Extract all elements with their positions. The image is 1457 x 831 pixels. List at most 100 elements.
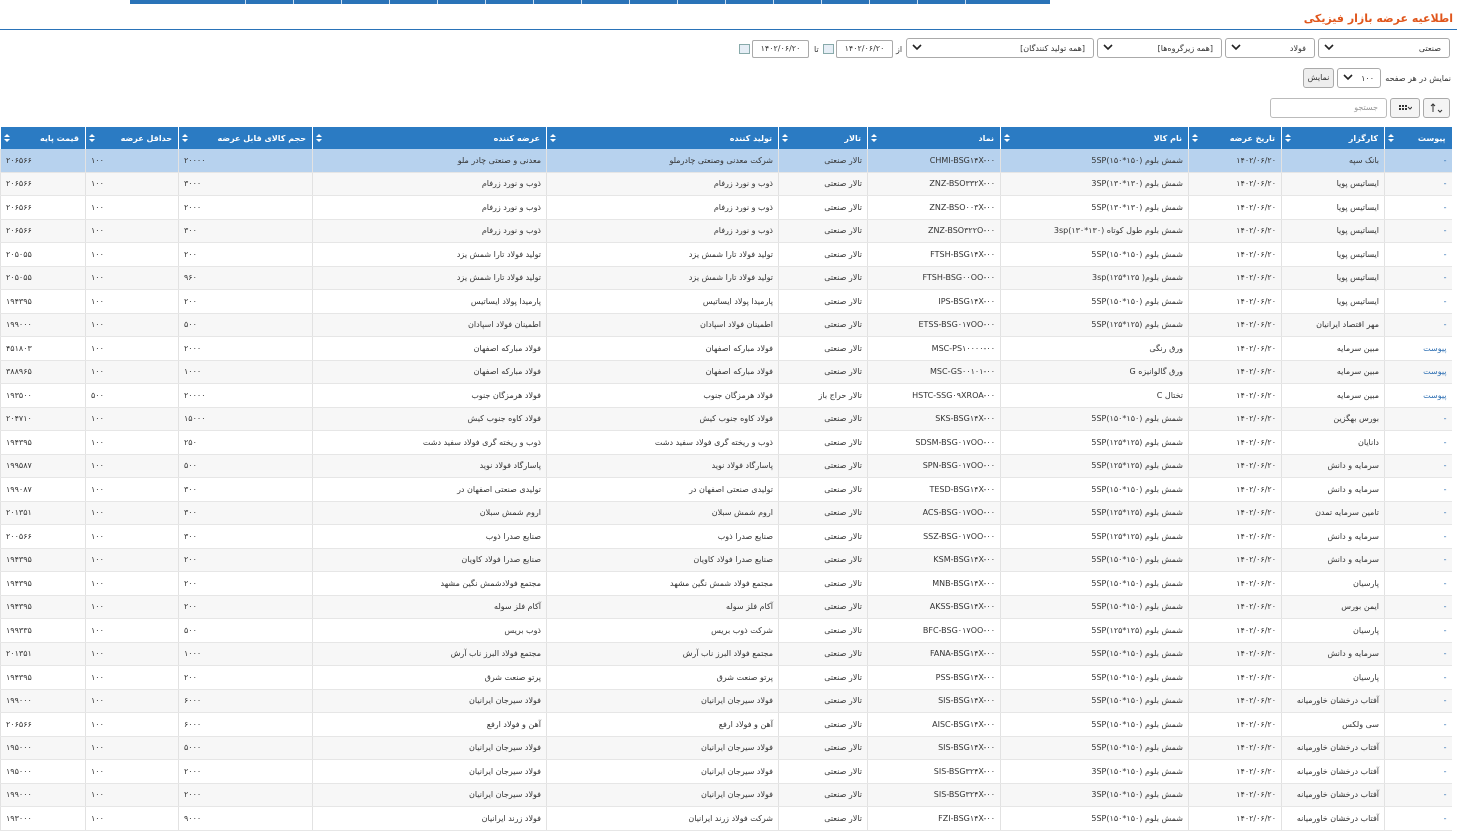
sort-icon[interactable] xyxy=(1285,134,1291,142)
table-cell: تالار صنعتی xyxy=(778,360,868,384)
sort-icon[interactable] xyxy=(182,134,188,142)
table-row[interactable]: - بانک سپه ۱۴۰۲/۰۶/۲۰ شمش بلوم (۱۵۰*۱۵۰)5SP… xyxy=(0,149,1452,173)
table-row[interactable]: - ایساتیس پویا ۱۴۰۲/۰۶/۲۰ شمش بلوم( ۱۲۵*۱۲۵… xyxy=(0,266,1452,290)
table-row[interactable]: - سرمایه و دانش ۱۴۰۲/۰۶/۲۰ شمش بلوم (۱۵۰*۱۵… xyxy=(0,642,1452,666)
table-cell: ۱۰۰ xyxy=(85,242,179,267)
table-cell: ۵۰۰ xyxy=(178,313,313,337)
producer-select[interactable]: [همه تولید کنندگان] xyxy=(906,38,1094,58)
sort-icon[interactable] xyxy=(1192,134,1198,142)
column-header-label: نام کالا xyxy=(1153,133,1182,143)
table-cell: شمش بلوم (۱۵۰*۱۵۰)5SP xyxy=(1000,407,1189,431)
table-row[interactable]: - ایساتیس پویا ۱۴۰۲/۰۶/۲۰ شمش بلوم (۱۳۰*۱۳۰… xyxy=(0,172,1452,196)
columns-button[interactable] xyxy=(1390,98,1420,118)
column-header[interactable]: تولید کننده xyxy=(546,127,779,149)
show-button[interactable]: نمایش xyxy=(1303,68,1334,88)
table-row[interactable]: - ایساتیس پویا ۱۴۰۲/۰۶/۲۰ شمش بلوم (۱۵۰*۱۵۰… xyxy=(0,289,1452,314)
table-cell: ۱۰۰۰ xyxy=(178,360,313,384)
table-cell: - xyxy=(1384,313,1452,337)
from-date-input[interactable]: ۱۴۰۲/۰۶/۲۰ xyxy=(836,40,893,58)
table-row[interactable]: - تامین سرمایه تمدن ۱۴۰۲/۰۶/۲۰ شمش بلوم (۱۲… xyxy=(0,501,1452,525)
column-header[interactable]: تالار xyxy=(778,127,868,149)
column-header[interactable]: نام کالا xyxy=(1000,127,1189,149)
market-select[interactable]: صنعتی xyxy=(1318,38,1450,58)
column-header[interactable]: پیوست xyxy=(1384,127,1452,149)
table-cell: تولید فولاد تارا شمش یزد xyxy=(546,242,779,267)
sort-icon[interactable] xyxy=(871,134,877,142)
table-cell: تالار صنعتی xyxy=(778,313,868,337)
table-row[interactable]: - آفتاب درخشان خاورمیانه ۱۴۰۲/۰۶/۲۰ شمش بلو… xyxy=(0,759,1452,784)
table-cell: ۲۰۴۷۱۰ xyxy=(0,407,86,431)
table-cell: ۱۴۰۲/۰۶/۲۰ xyxy=(1188,407,1282,431)
sort-icon[interactable] xyxy=(782,134,788,142)
table-cell: ذوب و نورد زرفام xyxy=(312,172,547,196)
table-cell: تالار صنعتی xyxy=(778,266,868,290)
table-row[interactable]: پیوست مبین سرمایه ۱۴۰۲/۰۶/۲۰ ورق رنگی MSC-PS… xyxy=(0,336,1452,361)
subgroup-select[interactable]: [همه زیرگروه‌ها] xyxy=(1097,38,1222,58)
table-cell: MSC-PS۱۰۰۰۰-۰۰ xyxy=(867,336,1001,361)
table-row[interactable]: - سرمایه و دانش ۱۴۰۲/۰۶/۲۰ شمش بلوم (۱۲۵*۱۲… xyxy=(0,524,1452,549)
table-row[interactable]: - ایساتیس پویا ۱۴۰۲/۰۶/۲۰ شمش بلوم (۱۵۰*۱۵۰… xyxy=(0,242,1452,267)
page-size-select[interactable]: ۱۰۰ xyxy=(1337,68,1381,88)
table-row[interactable]: - آفتاب درخشان خاورمیانه ۱۴۰۲/۰۶/۲۰ شمش بلو… xyxy=(0,806,1452,831)
table-cell: تالار صنعتی xyxy=(778,407,868,431)
sort-icon[interactable] xyxy=(89,134,95,142)
table-row[interactable]: - ایساتیس پویا ۱۴۰۲/۰۶/۲۰ شمش بلوم طول کوتا… xyxy=(0,219,1452,243)
table-row[interactable]: - ایساتیس پویا ۱۴۰۲/۰۶/۲۰ شمش بلوم (۱۳۰*۱۳۰… xyxy=(0,195,1452,220)
table-row[interactable]: - آفتاب درخشان خاورمیانه ۱۴۰۲/۰۶/۲۰ شمش بلو… xyxy=(0,736,1452,760)
table-row[interactable]: - پارسیان ۱۴۰۲/۰۶/۲۰ شمش بلوم (۱۵۰*۱۵۰)5SP M… xyxy=(0,571,1452,596)
top-navigation-bar[interactable] xyxy=(130,0,1050,4)
column-header-label: حداقل عرضه xyxy=(120,133,172,143)
table-row[interactable]: - پارسیان ۱۴۰۲/۰۶/۲۰ شمش بلوم (۱۵۰*۱۵۰)5SP P… xyxy=(0,665,1452,690)
search-input[interactable]: جستجو xyxy=(1270,98,1387,118)
column-header[interactable]: حجم کالای قابل عرضه xyxy=(178,127,313,149)
sort-icon[interactable] xyxy=(1004,134,1010,142)
table-cell: شمش بلوم (۱۵۰*۱۵۰)5SP xyxy=(1000,477,1189,502)
table-row[interactable]: - سرمایه و دانش ۱۴۰۲/۰۶/۲۰ شمش بلوم (۱۵۰*۱۵… xyxy=(0,548,1452,572)
table-cell: ۱۵۰۰۰ xyxy=(178,407,313,431)
calendar-icon[interactable] xyxy=(823,44,834,54)
column-header[interactable]: نماد xyxy=(867,127,1001,149)
table-row[interactable]: - سرمایه و دانش ۱۴۰۲/۰۶/۲۰ شمش بلوم (۱۵۰*۱۵… xyxy=(0,477,1452,502)
column-header[interactable]: عرضه کننده xyxy=(312,127,547,149)
to-date-input[interactable]: ۱۴۰۲/۰۶/۲۰ xyxy=(752,40,809,58)
table-row[interactable]: - آفتاب درخشان خاورمیانه ۱۴۰۲/۰۶/۲۰ شمش بلو… xyxy=(0,689,1452,713)
table-cell[interactable]: پیوست xyxy=(1384,336,1452,361)
column-header[interactable]: تاریخ عرضه xyxy=(1188,127,1282,149)
table-cell: پاسارگاد فولاد نوید xyxy=(312,454,547,478)
table-cell: فولاد سیرجان ایرانیان xyxy=(546,736,779,760)
sort-icon[interactable] xyxy=(4,134,10,142)
sort-icon[interactable] xyxy=(1388,134,1394,142)
table-row[interactable]: - بورس بهگزین ۱۴۰۲/۰۶/۲۰ شمش بلوم (۱۵۰*۱۵۰)… xyxy=(0,407,1452,431)
table-cell: ۱۴۰۲/۰۶/۲۰ xyxy=(1188,689,1282,713)
table-cell: شمش بلوم (۱۲۵*۱۲۵)5SP xyxy=(1000,501,1189,525)
producer-select-value: [همه تولید کنندگان] xyxy=(1020,44,1085,53)
table-cell: ۱۴۰۲/۰۶/۲۰ xyxy=(1188,806,1282,831)
calendar-icon[interactable] xyxy=(739,44,750,54)
table-cell: آفتاب درخشان خاورمیانه xyxy=(1281,736,1385,760)
column-header[interactable]: کارگزار xyxy=(1281,127,1385,149)
table-row[interactable]: - دانایان ۱۴۰۲/۰۶/۲۰ شمش بلوم (۱۲۵*۱۲۵)5SP S… xyxy=(0,430,1452,455)
sort-icon[interactable] xyxy=(550,134,556,142)
sort-icon[interactable] xyxy=(316,134,322,142)
table-row[interactable]: - پارسیان ۱۴۰۲/۰۶/۲۰ شمش بلوم (۱۲۵*۱۲۵)5SP B… xyxy=(0,618,1452,643)
table-cell: ACS-BSG۰۱۷OO-۰۰ xyxy=(867,501,1001,525)
export-button[interactable] xyxy=(1423,98,1450,118)
table-row[interactable]: - سرمایه و دانش ۱۴۰۲/۰۶/۲۰ شمش بلوم (۱۲۵*۱۲… xyxy=(0,454,1452,478)
table-cell[interactable]: پیوست xyxy=(1384,383,1452,408)
table-cell: اطمینان فولاد اسپادان xyxy=(312,313,547,337)
table-cell: ۲۰۰ xyxy=(178,665,313,690)
table-cell: ۲۰۶۵۶۶ xyxy=(0,712,86,737)
table-row[interactable]: پیوست مبین سرمایه ۱۴۰۲/۰۶/۲۰ تختال C HSTC-SS… xyxy=(0,383,1452,408)
table-row[interactable]: - سی ولکس ۱۴۰۲/۰۶/۲۰ شمش بلوم (۱۵۰*۱۵۰)5SP A… xyxy=(0,712,1452,737)
table-cell: ۱۹۴۳۹۵ xyxy=(0,289,86,314)
table-cell[interactable]: پیوست xyxy=(1384,360,1452,384)
column-header[interactable]: قیمت پایه xyxy=(0,127,86,149)
group-select[interactable]: فولاد xyxy=(1225,38,1315,58)
column-header[interactable]: حداقل عرضه xyxy=(85,127,179,149)
table-row[interactable]: - آفتاب درخشان خاورمیانه ۱۴۰۲/۰۶/۲۰ شمش بلو… xyxy=(0,783,1452,807)
table-row[interactable]: پیوست مبین سرمایه ۱۴۰۲/۰۶/۲۰ ورق گالوانیزه … xyxy=(0,360,1452,384)
table-row[interactable]: - مهر اقتصاد ایرانیان ۱۴۰۲/۰۶/۲۰ شمش بلوم (… xyxy=(0,313,1452,337)
table-cell: ۱۹۴۳۹۵ xyxy=(0,430,86,455)
table-row[interactable]: - ایمن بورس ۱۴۰۲/۰۶/۲۰ شمش بلوم (۱۵۰*۱۵۰)5S… xyxy=(0,595,1452,619)
table-cell: AISC-BSG۱۴X-۰۰ xyxy=(867,712,1001,737)
